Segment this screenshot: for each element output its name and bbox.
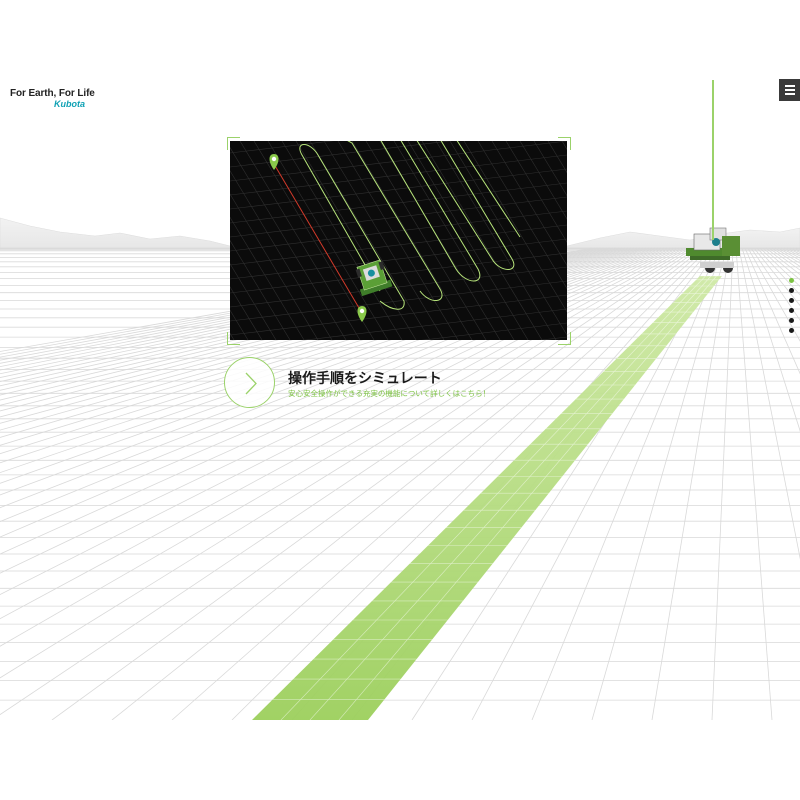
pager-dot[interactable]: [789, 308, 794, 313]
page: For Earth, For Life Kubota 操作手順をシミュレート 安…: [0, 0, 800, 800]
hamburger-menu-icon: [785, 89, 795, 91]
route-map: [230, 141, 567, 340]
menu-button[interactable]: [779, 79, 800, 101]
field-path: [252, 276, 722, 720]
guide-line: [712, 80, 714, 240]
route-simulation-panel[interactable]: [230, 141, 567, 340]
map-pin-icon: [269, 154, 279, 170]
ab-line: [273, 163, 363, 314]
pager-dot[interactable]: [789, 288, 794, 293]
kubota-logo: Kubota: [54, 99, 85, 109]
cta-circle[interactable]: [224, 357, 275, 408]
hamburger-menu-icon: [785, 93, 795, 95]
pager-dot[interactable]: [789, 278, 794, 283]
section-pager: [789, 278, 795, 338]
pager-dot[interactable]: [789, 318, 794, 323]
brand[interactable]: For Earth, For Life Kubota: [10, 88, 95, 109]
pager-dot[interactable]: [789, 298, 794, 303]
pager-dot[interactable]: [789, 328, 794, 333]
hamburger-menu-icon: [785, 85, 795, 87]
rice-transplanter-icon: [355, 259, 393, 297]
cta-subtitle: 安心安全操作ができる充実の機能について詳しくはこちら！: [288, 389, 491, 398]
cta-title: 操作手順をシミュレート: [288, 371, 442, 387]
chevron-right-icon: [245, 372, 257, 395]
brand-tagline: For Earth, For Life: [10, 88, 95, 99]
field-scene: [0, 217, 800, 720]
